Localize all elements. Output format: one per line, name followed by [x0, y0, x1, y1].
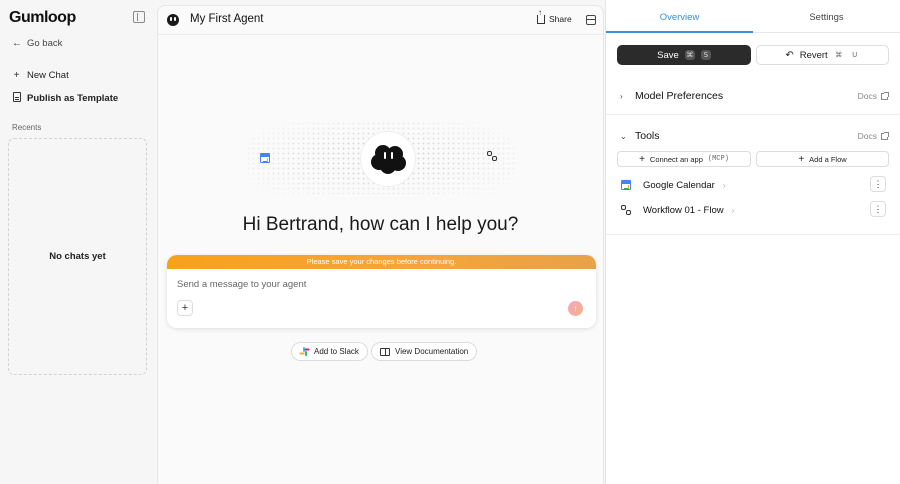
- go-back-label: Go back: [27, 38, 63, 49]
- view-documentation-button[interactable]: View Documentation: [371, 342, 478, 361]
- tool-item-workflow[interactable]: Workflow 01 - Flow › ⋮: [606, 199, 900, 221]
- gumloop-logo[interactable]: Gumloop: [9, 9, 76, 27]
- view-docs-label: View Documentation: [395, 347, 469, 356]
- chevron-right-icon: ›: [620, 91, 623, 101]
- tab-settings[interactable]: Settings: [753, 0, 900, 33]
- model-docs-link[interactable]: Docs: [857, 91, 889, 101]
- chevron-down-icon: ⌄: [620, 131, 627, 141]
- connect-label: Connect an app: [649, 154, 703, 164]
- arrow-left-icon: ←: [12, 38, 22, 49]
- share-icon: [537, 9, 545, 24]
- message-composer: Please save your changes before continui…: [167, 255, 596, 328]
- external-link-icon: [881, 91, 889, 100]
- collapse-sidebar-icon[interactable]: [133, 11, 145, 23]
- plus-icon: +: [13, 70, 20, 81]
- config-tabs: Overview Settings: [606, 0, 900, 33]
- agent-avatar-icon: [167, 14, 179, 26]
- publish-template-button[interactable]: Publish as Template: [12, 92, 118, 105]
- cmd-key: ⌘: [684, 50, 695, 60]
- tool-name: Workflow 01 - Flow: [643, 205, 724, 216]
- tools-title: Tools: [635, 130, 660, 142]
- empty-state-text: No chats yet: [49, 251, 106, 262]
- attach-plus-button[interactable]: +: [177, 300, 193, 316]
- google-calendar-icon: [260, 153, 270, 163]
- revert-button[interactable]: ↶ Revert ⌘ U: [756, 45, 889, 65]
- u-key: U: [852, 51, 858, 59]
- chat-panel: My First Agent Share: [157, 5, 604, 484]
- agent-avatar: [360, 131, 416, 187]
- tool-item-google-calendar[interactable]: Google Calendar › ⋮: [606, 174, 900, 196]
- go-back-link[interactable]: ← Go back: [12, 38, 62, 49]
- s-key: S: [700, 50, 711, 60]
- cmd-key: ⌘: [835, 51, 843, 59]
- publish-label: Publish as Template: [27, 93, 119, 104]
- docs-label: Docs: [857, 131, 877, 141]
- save-button[interactable]: Save ⌘ S: [617, 45, 751, 65]
- chat-header: My First Agent Share: [158, 6, 603, 35]
- message-input[interactable]: [177, 279, 477, 290]
- save-label: Save: [657, 49, 679, 61]
- revert-label: Revert: [799, 49, 828, 61]
- new-chat-label: New Chat: [27, 70, 69, 81]
- agent-hero: [246, 121, 516, 197]
- more-options-icon[interactable]: ⋮: [870, 201, 886, 217]
- slack-icon: [299, 347, 310, 356]
- add-flow-button[interactable]: + Add a Flow: [756, 151, 889, 167]
- panel-toggle-icon[interactable]: [586, 15, 596, 25]
- google-calendar-icon: [621, 180, 631, 190]
- recents-list: No chats yet: [8, 138, 147, 375]
- undo-icon: ↶: [785, 49, 794, 61]
- left-sidebar: Gumloop ← Go back + New Chat Publish as …: [0, 0, 156, 484]
- tools-section-header[interactable]: ⌄ Tools Docs: [606, 117, 900, 151]
- external-link-icon: [881, 131, 889, 140]
- save-warning-banner: Please save your changes before continui…: [167, 255, 596, 269]
- workflow-icon: [487, 151, 498, 162]
- greeting-heading: Hi Bertrand, how can I help you?: [242, 214, 519, 235]
- new-chat-button[interactable]: + New Chat: [12, 70, 69, 81]
- agent-blob-icon: [371, 145, 407, 175]
- docs-label: Docs: [857, 91, 877, 101]
- share-label: Share: [549, 14, 572, 24]
- plus-icon: +: [639, 153, 645, 165]
- connect-app-button[interactable]: + Connect an app (MCP): [617, 151, 751, 167]
- recents-heading: Recents: [12, 123, 42, 132]
- send-button[interactable]: ↑: [568, 301, 583, 316]
- tool-name: Google Calendar: [643, 180, 715, 191]
- tab-overview[interactable]: Overview: [606, 0, 753, 33]
- model-preferences-title: Model Preferences: [635, 90, 724, 102]
- add-flow-label: Add a Flow: [809, 154, 847, 164]
- workflow-icon: [621, 205, 632, 216]
- book-icon: [380, 347, 390, 356]
- share-button[interactable]: Share: [537, 9, 572, 24]
- divider: [606, 234, 900, 235]
- document-icon: [12, 92, 21, 105]
- plus-icon: +: [798, 153, 805, 165]
- chevron-right-icon: ›: [731, 206, 735, 215]
- model-preferences-section[interactable]: › Model Preferences Docs: [606, 77, 900, 115]
- mcp-tag: (MCP): [707, 155, 729, 163]
- chevron-right-icon: ›: [722, 181, 726, 190]
- add-to-slack-label: Add to Slack: [314, 347, 359, 356]
- more-options-icon[interactable]: ⋮: [870, 176, 886, 192]
- tools-docs-link[interactable]: Docs: [857, 131, 889, 141]
- add-to-slack-button[interactable]: Add to Slack: [291, 342, 368, 361]
- agent-title[interactable]: My First Agent: [190, 13, 264, 25]
- agent-config-panel: Overview Settings Save ⌘ S ↶ Revert ⌘ U …: [605, 0, 900, 484]
